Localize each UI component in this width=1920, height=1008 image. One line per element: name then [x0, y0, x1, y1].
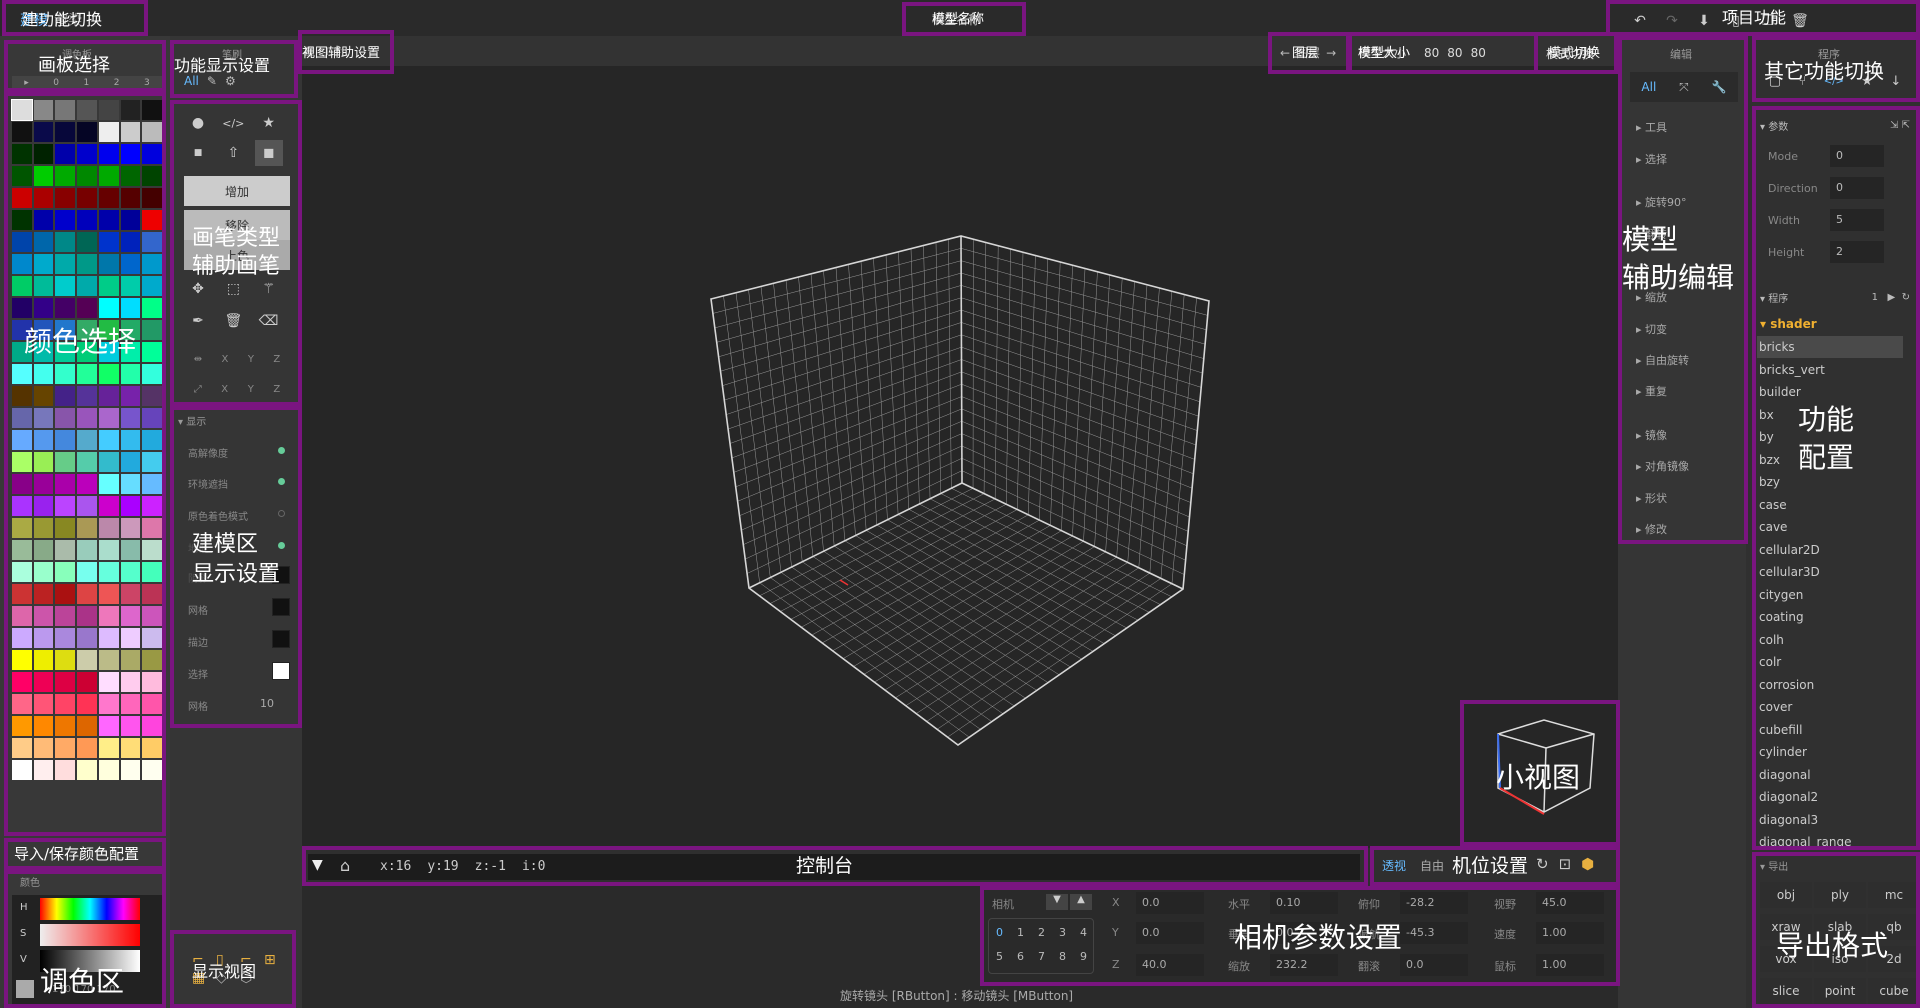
- annot-modeling-display-1: 建模区: [192, 532, 259, 557]
- annot-mode-switch: 模式切换: [1548, 46, 1601, 61]
- grid-line: [936, 578, 1162, 730]
- grid-line: [940, 493, 1161, 605]
- annot-layer: 图层: [1292, 46, 1319, 61]
- annot-console: 控制台: [796, 855, 854, 877]
- annot-box-color-select: [4, 92, 166, 836]
- annot-function-switch: 建功能切换: [22, 10, 103, 29]
- grid-line: [947, 583, 1173, 738]
- status-bar: 旋转镜头 [RButton] : 移动镜头 [MButton]: [840, 989, 1074, 1003]
- annot-model-edit-2: 辅助编辑: [1622, 261, 1735, 294]
- annot-model-size: 模型大小: [1358, 46, 1411, 61]
- annot-model-edit-1: 模型: [1622, 223, 1679, 256]
- grid-line: [948, 239, 952, 489]
- grid-line: [935, 242, 941, 494]
- grid-line: [960, 248, 1208, 316]
- annot-display-view: 显示视图: [192, 962, 257, 981]
- annot-function-config-1: 功能: [1798, 403, 1855, 436]
- annot-box-function-config: [1752, 106, 1920, 850]
- grid-line: [714, 260, 962, 329]
- grid-line: [961, 272, 1206, 345]
- annot-project-functions: 项目功能: [1722, 8, 1787, 27]
- grid-line: [716, 272, 962, 343]
- annot-model-name: 模型名称: [932, 12, 985, 27]
- grid-line: [1171, 297, 1197, 584]
- annot-aux-brush: 辅助画笔: [192, 254, 281, 279]
- annot-modeling-display-2: 显示设置: [192, 562, 281, 587]
- annot-camera-position: 机位设置: [1452, 855, 1529, 877]
- grid-line: [961, 260, 1207, 331]
- annot-mini-view: 小视图: [1496, 761, 1581, 794]
- annot-function-display: 功能显示设置: [174, 56, 271, 75]
- grid-line: [1160, 294, 1185, 579]
- annot-color-select: 颜色选择: [24, 325, 137, 358]
- annot-view-aux: 视图辅助设置: [302, 46, 381, 61]
- annot-palette-io: 导入/保存颜色配置: [14, 845, 140, 863]
- annot-camera-params: 相机参数设置: [1234, 921, 1403, 954]
- annot-function-config-2: 配置: [1798, 441, 1855, 474]
- annot-export-format: 导出格式: [1776, 929, 1889, 962]
- annot-other-switch: 其它功能切换: [1764, 59, 1884, 83]
- annot-palette-select: 画板选择: [38, 55, 110, 76]
- grid-line: [712, 248, 962, 314]
- annot-brush-type: 画笔类型: [192, 226, 281, 251]
- annot-color-picker: 调色区: [40, 965, 125, 998]
- grid-line: [951, 488, 1172, 598]
- voxel-grid-cube[interactable]: [302, 66, 1618, 848]
